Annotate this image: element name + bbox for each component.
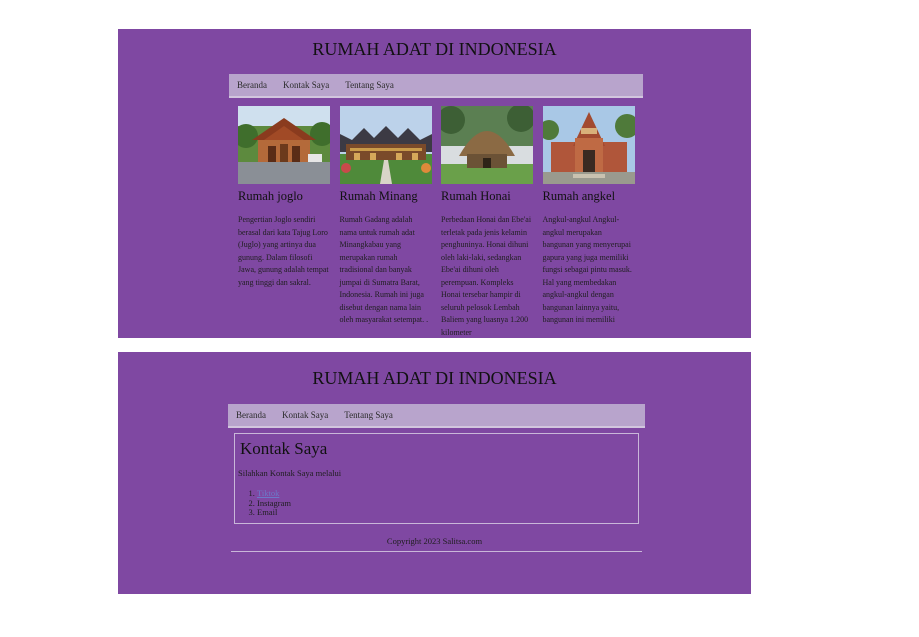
nav-link-tentang-saya[interactable]: Tentang Saya bbox=[345, 80, 394, 90]
card-rumah-honai: Rumah Honai Perbedaan Honai dan Ebe'ai t… bbox=[441, 106, 533, 338]
contact-section: Kontak Saya Silahkan Kontak Saya melalui… bbox=[234, 433, 639, 524]
nav-link-kontak-saya[interactable]: Kontak Saya bbox=[282, 410, 328, 420]
contact-item-email: Email bbox=[257, 507, 633, 518]
footer-copyright: Copyright 2023 Salitsa.com bbox=[386, 536, 483, 546]
contact-item-instagram: Instagram bbox=[257, 498, 633, 509]
contact-page-panel: RUMAH ADAT DI INDONESIA Beranda Kontak S… bbox=[118, 352, 751, 594]
card-title: Rumah Minang bbox=[339, 189, 418, 203]
nav-link-tentang-saya[interactable]: Tentang Saya bbox=[344, 410, 393, 420]
angkul-gate-image bbox=[542, 106, 635, 184]
site-title: RUMAH ADAT DI INDONESIA bbox=[312, 368, 557, 388]
honai-house-image bbox=[441, 106, 533, 184]
nav-link-beranda[interactable]: Beranda bbox=[236, 410, 266, 420]
nav-link-beranda[interactable]: Beranda bbox=[237, 80, 267, 90]
card-rumah-minang: Rumah Minang Rumah Gadang adalah nama un… bbox=[339, 106, 432, 338]
contact-description: Silahkan Kontak Saya melalui bbox=[238, 468, 342, 478]
card-text: Perbedaan Honai dan Ebe'ai terletak pada… bbox=[441, 215, 532, 337]
card-title: Rumah angkel bbox=[542, 189, 616, 203]
nav-bar: Beranda Kontak Saya Tentang Saya bbox=[229, 74, 643, 98]
contact-item-tiktok: Tiktok bbox=[257, 488, 633, 499]
minang-house-image bbox=[339, 106, 432, 184]
card-text: Angkul-angkul Angkul-angkul merupakan ba… bbox=[542, 215, 632, 324]
nav-link-kontak-saya[interactable]: Kontak Saya bbox=[283, 80, 329, 90]
house-cards: Rumah joglo Pengertian Joglo sendiri ber… bbox=[238, 106, 644, 338]
joglo-house-image bbox=[238, 106, 330, 184]
contact-title: Kontak Saya bbox=[240, 439, 328, 458]
card-rumah-joglo: Rumah joglo Pengertian Joglo sendiri ber… bbox=[238, 106, 330, 338]
card-text: Pengertian Joglo sendiri berasal dari ka… bbox=[238, 215, 329, 287]
site-title: RUMAH ADAT DI INDONESIA bbox=[312, 39, 557, 59]
contact-list: Tiktok Instagram Email bbox=[240, 488, 633, 518]
card-text: Rumah Gadang adalah nama untuk rumah ada… bbox=[339, 215, 429, 324]
card-title: Rumah joglo bbox=[238, 189, 303, 203]
nav-bar: Beranda Kontak Saya Tentang Saya bbox=[228, 404, 645, 428]
card-rumah-angkel: Rumah angkel Angkul-angkul Angkul-angkul… bbox=[542, 106, 635, 338]
footer-divider bbox=[231, 551, 642, 552]
home-page-panel: RUMAH ADAT DI INDONESIA Beranda Kontak S… bbox=[118, 29, 751, 338]
card-title: Rumah Honai bbox=[441, 189, 511, 203]
tiktok-link[interactable]: Tiktok bbox=[257, 488, 279, 498]
